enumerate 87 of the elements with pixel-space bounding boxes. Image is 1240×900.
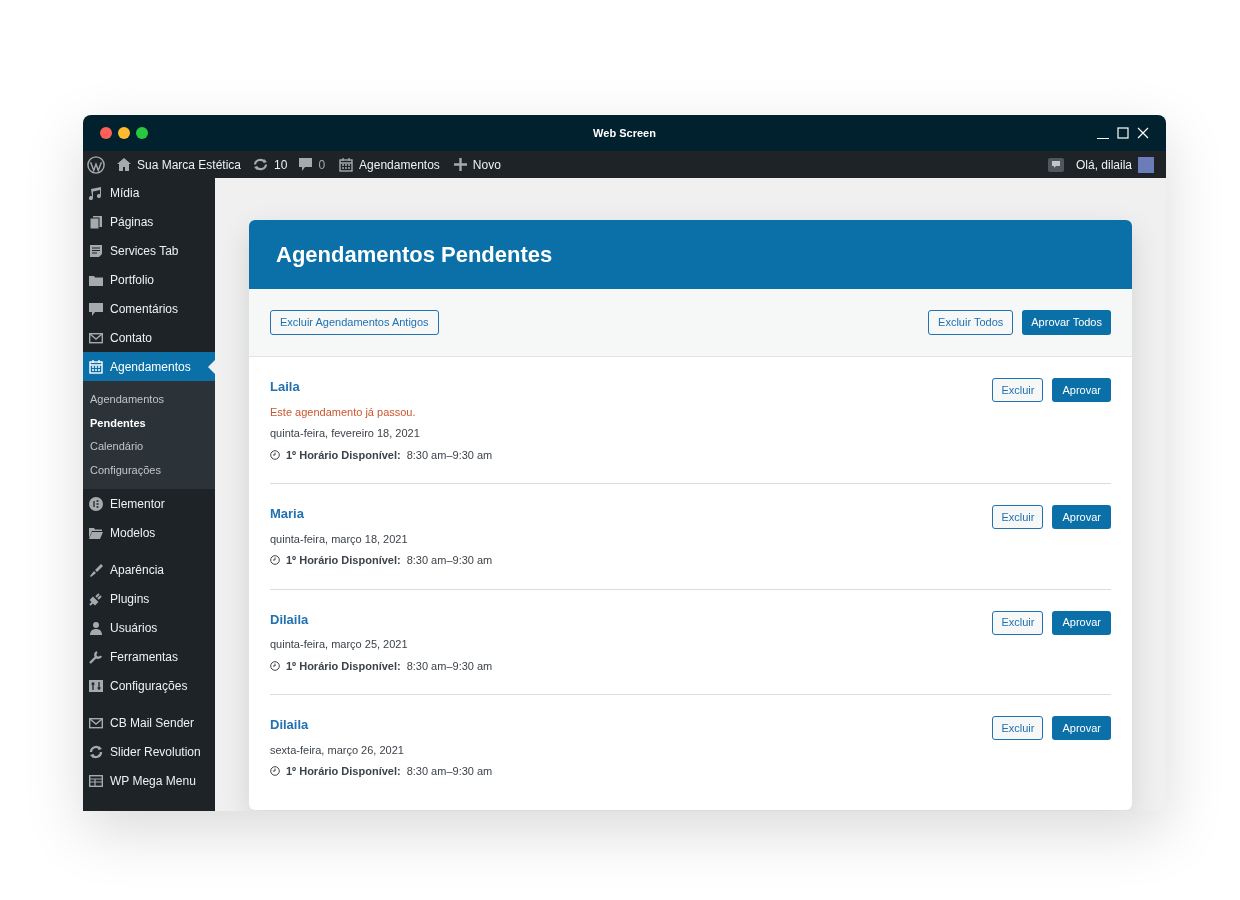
brush-icon	[89, 562, 103, 577]
sidebar-item[interactable]: Mídia	[83, 178, 215, 207]
delete-button[interactable]: Excluir	[992, 610, 1044, 635]
comment-icon	[299, 158, 313, 171]
avatar-placeholder	[1138, 156, 1154, 173]
home-icon	[117, 158, 131, 171]
sidebar-item[interactable]: Modelos	[83, 518, 215, 547]
account-link[interactable]: Olá, dilaila	[1075, 155, 1154, 174]
slot-time: 8:30 am–9:30 am	[406, 447, 493, 463]
close-icon[interactable]	[1137, 127, 1149, 139]
sidebar-item[interactable]: CB Mail Sender	[83, 708, 215, 737]
sidebar-item[interactable]: Agendamentos	[83, 352, 215, 381]
slot-label: 1º Horário Disponível:	[286, 764, 401, 779]
slot-label: 1º Horário Disponível:	[286, 658, 401, 674]
refresh-icon	[89, 744, 103, 759]
client-name-link[interactable]: Laila	[270, 377, 493, 397]
table-icon	[89, 773, 103, 788]
approve-button[interactable]: Aprovar	[1052, 505, 1111, 529]
sidebar-item[interactable]: Slider Revolution	[83, 737, 215, 766]
submenu-item[interactable]: Configurações	[83, 458, 215, 482]
plug-icon	[89, 591, 103, 606]
approve-button[interactable]: Aprovar	[1052, 716, 1111, 740]
media-icon	[89, 185, 103, 200]
sidebar-item[interactable]: Plugins	[83, 584, 215, 613]
folder-icon	[89, 525, 103, 540]
notification-icon[interactable]	[1047, 157, 1064, 172]
appointment-date: quinta-feira, março 18, 2021	[270, 531, 409, 547]
sidebar-item[interactable]: Contato	[83, 323, 215, 352]
maximize-icon[interactable]	[1117, 127, 1129, 139]
past-notice: Este agendamento já passou.	[270, 404, 417, 420]
client-name-link[interactable]: Dilaila	[270, 715, 493, 735]
new-link[interactable]: Novo	[453, 155, 501, 174]
submenu-item[interactable]: Pendentes	[83, 411, 215, 435]
delete-button[interactable]: Excluir	[992, 505, 1044, 529]
plus-icon	[453, 158, 467, 171]
slot-label: 1º Horário Disponível:	[286, 447, 401, 463]
agendamentos-link[interactable]: Agendamentos	[339, 155, 440, 174]
pages-icon	[89, 214, 103, 229]
delete-button[interactable]: Excluir	[992, 716, 1044, 740]
user-icon	[89, 620, 103, 635]
appointment-date: sexta-feira, março 26, 2021	[270, 742, 405, 758]
slot-time: 8:30 am–9:30 am	[406, 764, 493, 779]
sidebar-item[interactable]: Elementor	[83, 489, 215, 518]
comments-link[interactable]: 0	[299, 155, 326, 174]
clock-icon	[270, 660, 280, 671]
refresh-icon	[253, 158, 269, 171]
sidebar-item[interactable]: Portfolio	[83, 265, 215, 294]
delete-button[interactable]: Excluir	[992, 378, 1044, 402]
sidebar-item[interactable]: Comentários	[83, 294, 215, 323]
submenu-item[interactable]: Calendário	[83, 435, 215, 459]
calendar-icon	[89, 359, 103, 374]
wrench-icon	[89, 649, 103, 664]
site-link[interactable]: Sua Marca Estética	[117, 155, 242, 174]
client-name-link[interactable]: Maria	[270, 504, 493, 524]
sidebar-item[interactable]: Aparência	[83, 555, 215, 584]
mail-icon	[89, 715, 103, 730]
wordpress-logo-icon[interactable]	[87, 155, 105, 174]
mail-icon	[89, 330, 103, 345]
sidebar-item[interactable]: Services Tab	[83, 236, 215, 265]
clock-icon	[270, 766, 280, 777]
sidebar-item[interactable]: Usuários	[83, 613, 215, 642]
updates-link[interactable]: 10	[253, 155, 288, 174]
sidebar-item[interactable]: WP Mega Menu	[83, 766, 215, 795]
slot-label: 1º Horário Disponível:	[286, 553, 401, 568]
delete-old-button[interactable]: Excluir Agendamentos Antigos	[270, 310, 439, 335]
sliders-icon	[89, 678, 103, 693]
sidebar-item[interactable]: Ferramentas	[83, 642, 215, 671]
approve-button[interactable]: Aprovar	[1052, 610, 1111, 635]
approve-button[interactable]: Aprovar	[1052, 378, 1111, 402]
panel-title: Agendamentos Pendentes	[276, 241, 553, 269]
slot-time: 8:30 am–9:30 am	[406, 658, 493, 674]
window-title: Web Screen	[593, 125, 656, 141]
client-name-link[interactable]: Dilaila	[270, 609, 493, 629]
approve-all-button[interactable]: Aprovar Todos	[1022, 310, 1111, 335]
sidebar-item[interactable]: Configurações	[83, 671, 215, 700]
clock-icon	[270, 449, 280, 460]
comment-icon	[89, 301, 103, 316]
appointment-date: quinta-feira, março 25, 2021	[270, 637, 409, 652]
document-icon	[89, 243, 103, 258]
slot-time: 8:30 am–9:30 am	[406, 553, 493, 568]
delete-all-button[interactable]: Excluir Todos	[928, 310, 1014, 335]
appointment-date: quinta-feira, fevereiro 18, 2021	[270, 426, 421, 441]
submenu-item[interactable]: Agendamentos	[83, 388, 215, 412]
clock-icon	[270, 555, 280, 566]
circle-logo-icon	[89, 496, 103, 511]
calendar-icon	[339, 157, 354, 172]
sidebar-item[interactable]: Páginas	[83, 207, 215, 236]
